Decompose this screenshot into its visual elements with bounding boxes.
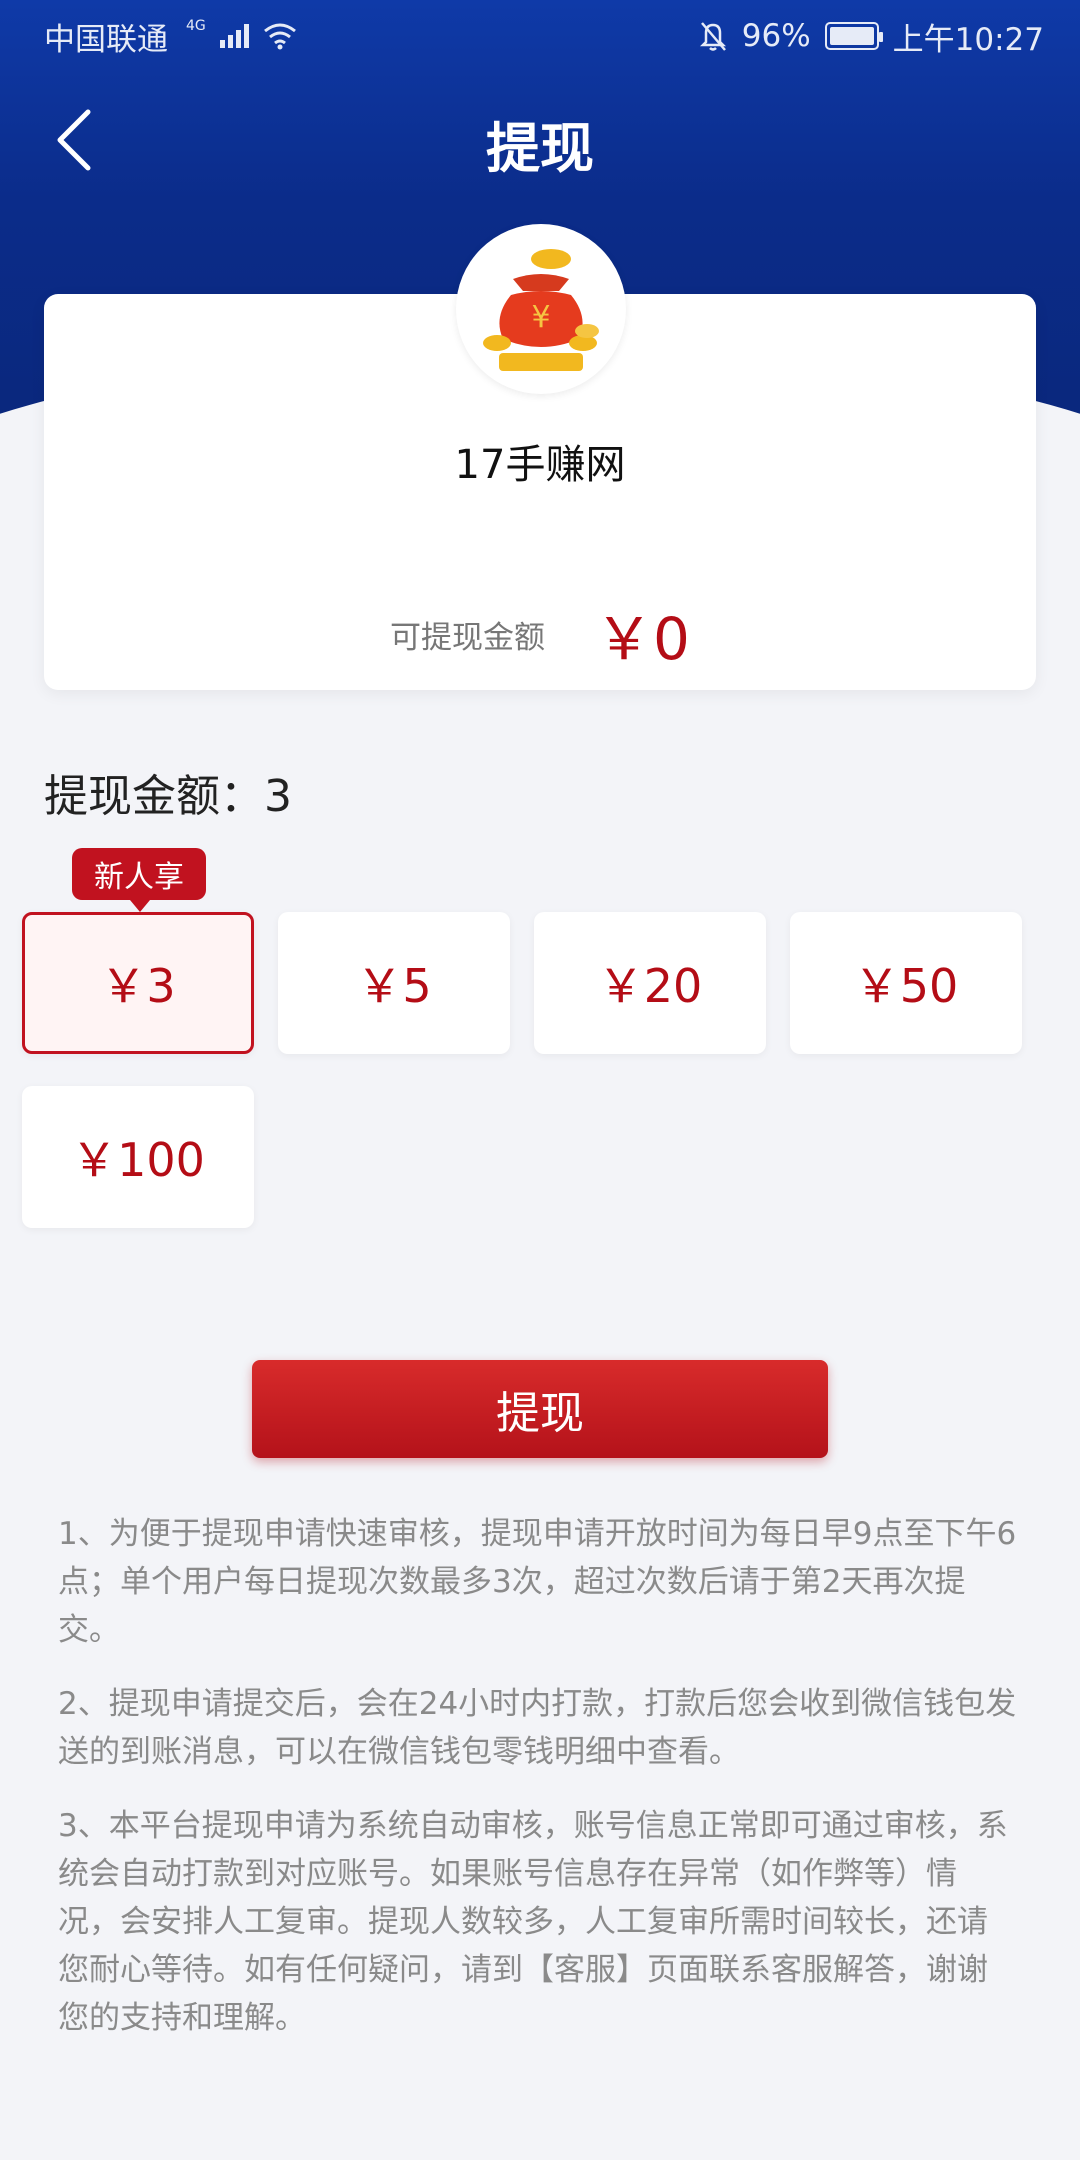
note-item: 1、为便于提现申请快速审核，提现申请开放时间为每日早9点至下午6点；单个用户每日… <box>58 1516 1017 1648</box>
app-logo: ¥ <box>456 224 626 394</box>
amount-option-20[interactable]: ￥20 <box>534 912 766 1054</box>
note-item: 2、提现申请提交后，会在24小时内打款，打款后您会收到微信钱包发送的到账消息，可… <box>58 1686 1017 1770</box>
svg-text:¥: ¥ <box>531 300 550 335</box>
clock: 上午10:27 <box>892 21 1044 58</box>
money-bag-icon: ¥ <box>483 249 599 371</box>
wifi-icon <box>263 23 296 50</box>
amount-option-5[interactable]: ￥5 <box>278 912 510 1054</box>
status-right: 96% 上午10:27 <box>698 14 1044 59</box>
mute-bell-icon <box>699 22 726 51</box>
signal-icon <box>219 24 249 48</box>
notes: 1、为便于提现申请快速审核，提现申请开放时间为每日早9点至下午6点；单个用户每日… <box>58 1510 1018 2068</box>
carrier-label: 中国联通 <box>44 21 168 58</box>
app-name: 17手赚网 <box>454 442 626 488</box>
withdraw-button[interactable]: 提现 <box>252 1360 828 1458</box>
balance-label: 可提现金额 <box>390 619 546 656</box>
amount-option-100[interactable]: ￥100 <box>22 1086 254 1228</box>
status-bar: 中国联通 4G 96% 上午10:27 <box>0 0 1080 72</box>
new-user-badge: 新人享 <box>72 848 206 912</box>
balance-row: 可提现金额 ￥0 <box>0 592 1080 676</box>
balance-value: ￥0 <box>595 605 690 673</box>
note-item: 3、本平台提现申请为系统自动审核，账号信息正常即可通过审核，系统会自动打款到对应… <box>58 1808 1008 2036</box>
battery-icon <box>824 22 883 50</box>
battery-percent: 96% <box>741 18 811 54</box>
network-type: 4G <box>186 18 206 34</box>
withdraw-amount-label: 提现金额：3 <box>44 771 292 822</box>
status-left: 中国联通 4G <box>44 14 297 59</box>
page-title: 提现 <box>486 117 594 180</box>
amount-option-3[interactable]: ￥3 <box>22 912 254 1054</box>
amount-option-50[interactable]: ￥50 <box>790 912 1022 1054</box>
nav-bar: 提现 <box>0 72 1080 212</box>
